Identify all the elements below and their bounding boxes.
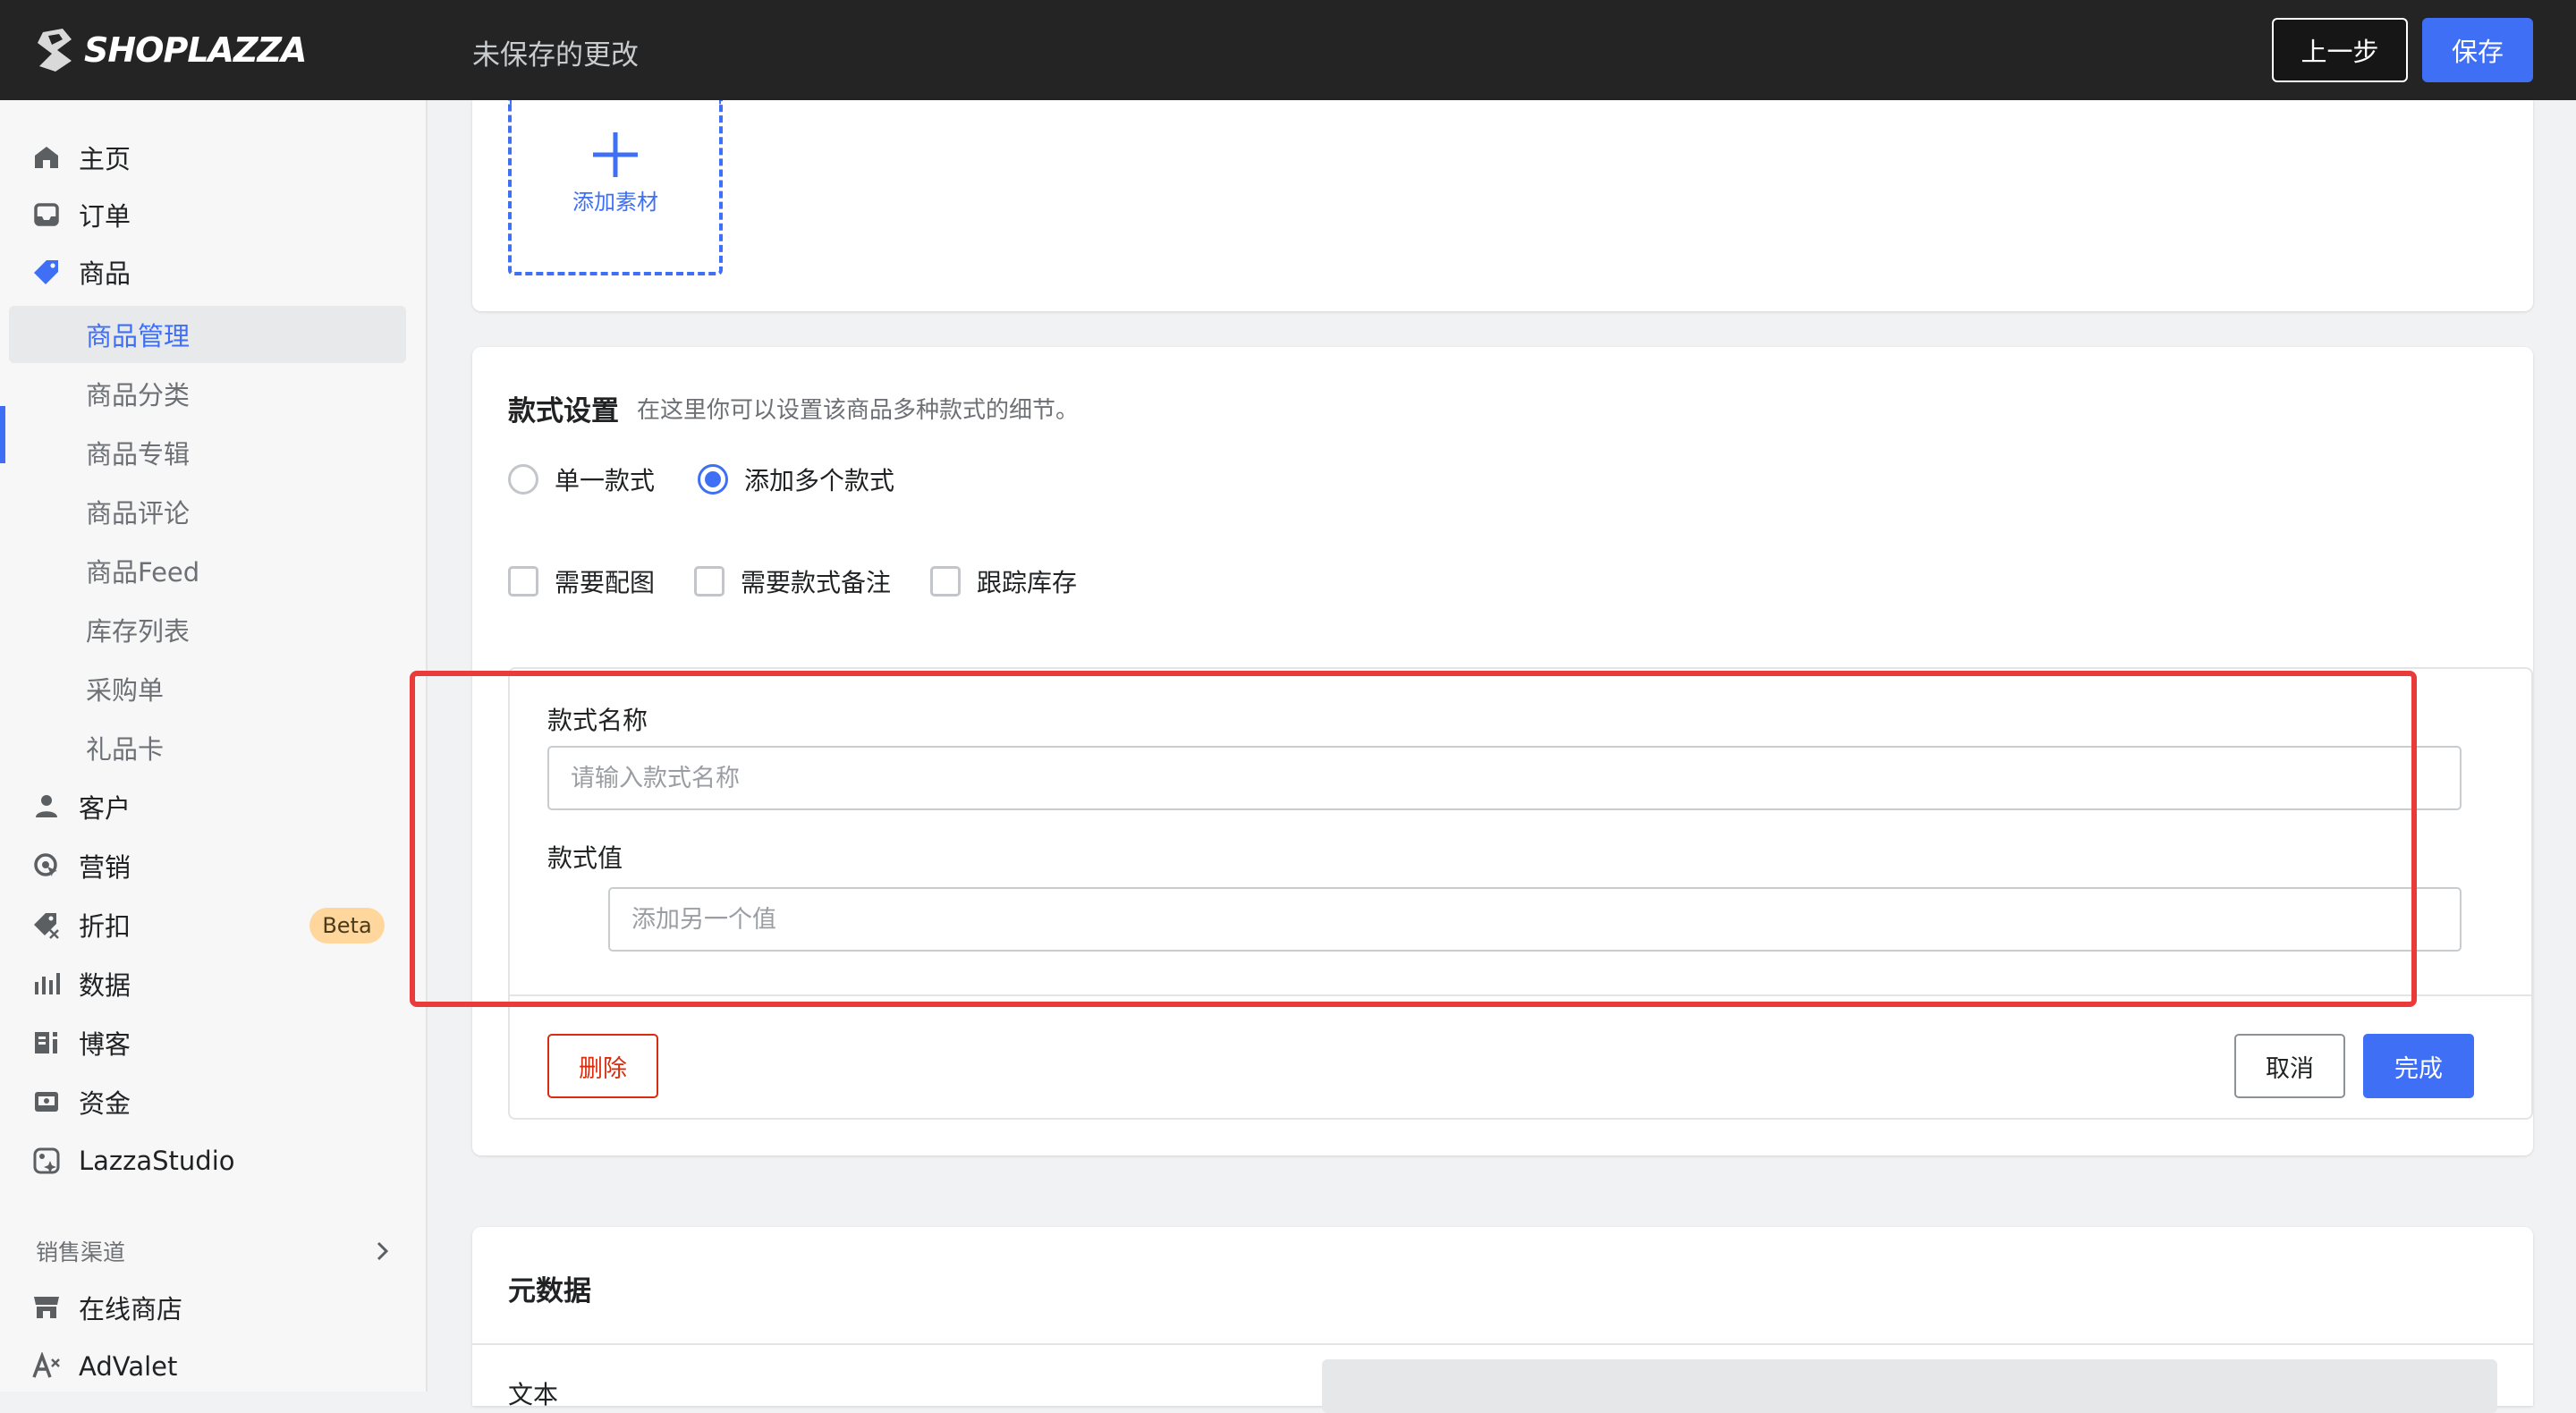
sidebar-item-products[interactable]: 商品 <box>0 243 428 300</box>
add-media-dropzone[interactable]: 添加素材 <box>508 100 723 275</box>
sidebar-item-label: 商品Feed <box>86 557 200 588</box>
wallet-icon <box>35 1092 58 1112</box>
sidebar-item-online-store[interactable]: 在线商店 <box>0 1279 428 1336</box>
sidebar-item-label: AdValet <box>79 1351 178 1382</box>
require-image-checkbox[interactable] <box>508 566 538 597</box>
track-inventory-checkbox[interactable] <box>930 566 962 597</box>
save-button[interactable]: 保存 <box>2422 18 2533 82</box>
sidebar-item-product-reviews[interactable]: 商品评论 <box>0 483 428 540</box>
plus-icon <box>593 131 638 177</box>
beta-badge: Beta <box>309 908 385 943</box>
sidebar-item-marketing[interactable]: 营销 <box>0 837 428 894</box>
sidebar-item-label: 礼品卡 <box>86 734 165 765</box>
home-icon <box>35 147 58 168</box>
sidebar-item-label: 博客 <box>79 1029 131 1060</box>
variant-option-editor: 款式名称 款式值 删除 取消 完成 <box>508 667 2533 1120</box>
cancel-button[interactable]: 取消 <box>2234 1034 2345 1098</box>
sidebar-item-product-collections[interactable]: 商品专辑 <box>0 424 428 481</box>
sidebar-item-label: 主页 <box>79 144 131 174</box>
multi-variant-radio[interactable] <box>698 464 729 495</box>
advalet-icon <box>32 1352 60 1378</box>
brand-name: SHOPLAZZA <box>84 30 307 70</box>
sidebar-item-blog[interactable]: 博客 <box>0 1014 428 1071</box>
track-inventory-label[interactable]: 跟踪库存 <box>977 563 1077 599</box>
sidebar-item-label: 库存列表 <box>86 616 191 647</box>
option-name-label: 款式名称 <box>547 706 648 735</box>
shoplazza-logo-icon <box>38 29 72 72</box>
sidebar-item-label: LazzaStudio <box>79 1146 235 1176</box>
sidebar-item-label: 商品管理 <box>86 321 191 351</box>
variant-mode-radio-group: 单一款式 添加多个款式 <box>508 461 937 497</box>
tag-icon <box>34 260 58 284</box>
sidebar-item-label: 订单 <box>79 201 131 232</box>
sidebar-item-customers[interactable]: 客户 <box>0 778 428 835</box>
sidebar-item-label: 商品专辑 <box>86 439 191 470</box>
top-bar: SHOPLAZZA 未保存的更改 上一步 保存 <box>0 0 2576 100</box>
add-media-label: 添加素材 <box>572 189 658 215</box>
metadata-card: 元数据 文本 <box>472 1227 2533 1413</box>
person-icon <box>36 795 57 817</box>
blog-icon <box>35 1032 57 1053</box>
sales-channels-heading[interactable]: 销售渠道 <box>36 1229 394 1273</box>
sidebar: 主页 订单 商品 商品管理 商品分类 商品专辑 商品评论 商品Feed 库存列表… <box>0 100 428 1392</box>
delete-button[interactable]: 删除 <box>547 1034 658 1098</box>
metadata-text-label: 文本 <box>508 1380 559 1409</box>
sidebar-item-label: 数据 <box>79 970 131 1001</box>
sidebar-item-product-management[interactable]: 商品管理 <box>9 306 406 363</box>
sidebar-item-label: 客户 <box>79 793 131 824</box>
sidebar-item-label: 资金 <box>79 1088 131 1119</box>
require-note-label[interactable]: 需要款式备注 <box>741 563 891 599</box>
sidebar-item-discounts[interactable]: 折扣 Beta <box>0 896 428 953</box>
single-variant-label[interactable]: 单一款式 <box>555 461 655 497</box>
sidebar-item-product-categories[interactable]: 商品分类 <box>0 365 428 422</box>
sales-channels-label: 销售渠道 <box>36 1240 126 1265</box>
sidebar-item-purchase-orders[interactable]: 采购单 <box>0 660 428 717</box>
sidebar-item-label: 采购单 <box>86 675 165 706</box>
store-icon <box>34 1297 59 1318</box>
sidebar-item-analytics[interactable]: 数据 <box>0 955 428 1012</box>
option-name-input[interactable] <box>547 746 2462 810</box>
sidebar-item-gift-cards[interactable]: 礼品卡 <box>0 719 428 776</box>
media-card: 添加素材 <box>472 100 2533 311</box>
sidebar-item-label: 折扣 <box>79 911 131 942</box>
sidebar-item-advalet[interactable]: AdValet <box>0 1338 428 1395</box>
sidebar-item-orders[interactable]: 订单 <box>0 186 428 243</box>
inbox-icon <box>34 203 59 226</box>
multi-variant-label[interactable]: 添加多个款式 <box>744 461 894 497</box>
sidebar-item-label: 营销 <box>79 852 131 883</box>
done-button[interactable]: 完成 <box>2363 1034 2474 1098</box>
bar-chart-icon <box>35 973 60 994</box>
sidebar-item-lazzastudio[interactable]: LazzaStudio <box>0 1132 428 1189</box>
studio-icon <box>33 1147 60 1174</box>
discount-icon <box>34 913 59 939</box>
variant-settings-title: 款式设置 <box>508 395 619 427</box>
previous-step-button[interactable]: 上一步 <box>2272 18 2408 82</box>
variant-settings-card: 款式设置 在这里你可以设置该商品多种款式的细节。 单一款式 添加多个款式 需要配… <box>472 347 2533 1155</box>
variant-options-checkbox-group: 需要配图 需要款式备注 跟踪库存 <box>508 563 1120 599</box>
require-image-label[interactable]: 需要配图 <box>555 563 655 599</box>
divider <box>510 994 2531 996</box>
target-icon <box>34 853 57 876</box>
option-value-input[interactable] <box>608 887 2462 952</box>
sidebar-item-label: 在线商店 <box>79 1294 183 1324</box>
sidebar-item-finance[interactable]: 资金 <box>0 1073 428 1130</box>
single-variant-radio[interactable] <box>508 464 538 495</box>
sidebar-item-label: 商品评论 <box>86 498 191 529</box>
sidebar-item-home[interactable]: 主页 <box>0 129 428 186</box>
sidebar-item-label: 商品分类 <box>86 380 191 410</box>
divider <box>472 1343 2533 1345</box>
unsaved-changes-text: 未保存的更改 <box>472 39 639 72</box>
variant-settings-description: 在这里你可以设置该商品多种款式的细节。 <box>637 397 1080 424</box>
chevron-right-icon <box>377 1241 389 1261</box>
metadata-text-field[interactable] <box>1322 1359 2497 1413</box>
sidebar-item-inventory[interactable]: 库存列表 <box>0 601 428 658</box>
sidebar-item-product-feed[interactable]: 商品Feed <box>0 542 428 599</box>
require-note-checkbox[interactable] <box>694 566 725 597</box>
sidebar-item-label: 商品 <box>79 258 131 289</box>
shoplazza-logo[interactable]: SHOPLAZZA <box>36 27 307 73</box>
option-values-label: 款式值 <box>547 843 623 873</box>
metadata-title: 元数据 <box>508 1275 591 1307</box>
